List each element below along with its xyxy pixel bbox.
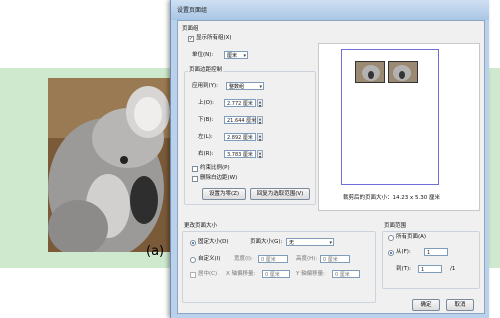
top-margin-label: 上(O): <box>198 100 214 106</box>
total-pages-text: /1 <box>450 266 456 272</box>
from-radio[interactable] <box>388 250 394 256</box>
set-zero-button[interactable]: 设置为零(Z) <box>202 188 246 200</box>
page-group-heading: 页面组 <box>182 26 199 32</box>
page-preview: 裁剪后的页面大小：14.23 x 5.30 厘米 <box>318 43 480 211</box>
cropped-size-text: 裁剪后的页面大小：14.23 x 5.30 厘米 <box>343 195 440 201</box>
koala-image <box>48 78 171 252</box>
custom-size-radio[interactable] <box>190 257 196 263</box>
right-margin-stepper[interactable]: ▲ ▼ <box>257 150 263 159</box>
revert-selection-button[interactable]: 回复为选取范围(V) <box>250 188 310 200</box>
left-margin-stepper[interactable]: ▲ ▼ <box>257 133 263 142</box>
apply-to-value: 整数组 <box>229 84 245 90</box>
cancel-button[interactable]: 取消 <box>446 299 474 311</box>
unit-select-value: 厘米 <box>227 53 238 59</box>
x-offset-field[interactable]: 0 厘米 <box>262 270 290 278</box>
figure-caption: (a) <box>146 244 165 259</box>
page-range-heading: 页面范围 <box>384 223 407 229</box>
preview-image-left <box>355 61 385 83</box>
width-field[interactable]: 0 厘米 <box>258 255 288 263</box>
x-offset-label: X 轴偏移量: <box>226 271 256 277</box>
center-label: 居中(C) <box>198 271 218 277</box>
custom-size-label: 自定义(I) <box>198 256 221 262</box>
remove-white-label: 删除白边距(W) <box>200 175 238 181</box>
all-pages-radio[interactable] <box>388 235 394 241</box>
fixed-size-radio[interactable] <box>190 240 196 246</box>
y-offset-field[interactable]: 0 厘米 <box>332 270 360 278</box>
chevron-down-icon: ▾ <box>329 240 332 246</box>
constrain-checkbox[interactable] <box>192 166 198 172</box>
bottom-margin-stepper[interactable]: ▲ ▼ <box>257 116 263 125</box>
bottom-margin-label: 下(B): <box>198 117 214 123</box>
show-all-groups-checkbox[interactable]: ✓ <box>188 36 194 42</box>
koala-photo <box>48 78 171 252</box>
ok-button[interactable]: 确定 <box>412 299 440 311</box>
right-margin-label: 右(R): <box>198 151 214 157</box>
remove-white-checkbox[interactable] <box>192 176 198 182</box>
apply-to-select[interactable]: 整数组 ▾ <box>226 82 264 90</box>
height-field[interactable]: 0 厘米 <box>320 255 350 263</box>
constrain-label: 约束比例(P) <box>200 165 230 171</box>
center-checkbox[interactable] <box>190 272 196 278</box>
right-margin-field[interactable]: 3.783 厘米 <box>224 150 256 158</box>
page-setup-dialog: 设置页面组 页面组 ✓ 显示所有组(X) 单位(N): 厘米 ▾ 页面边距控制 … <box>170 0 489 318</box>
chevron-down-icon: ▾ <box>259 84 262 90</box>
height-label: 高度(H): <box>296 256 318 262</box>
margins-heading: 页面边距控制 <box>188 67 224 74</box>
unit-select[interactable]: 厘米 ▾ <box>224 51 248 59</box>
top-margin-field[interactable]: 2.772 厘米 <box>224 99 256 107</box>
width-label: 宽度(I): <box>234 256 253 262</box>
bottom-margin-field[interactable]: 21.644 厘米 <box>224 116 256 124</box>
chevron-down-icon: ▾ <box>243 53 246 59</box>
dialog-titlebar[interactable]: 设置页面组 <box>171 0 489 20</box>
apply-to-label: 应用到(Y): <box>192 83 219 89</box>
show-all-groups-label: 显示所有组(X) <box>196 35 232 41</box>
to-label: 到(T): <box>396 266 412 272</box>
fixed-size-label: 固定大小(D) <box>198 239 229 245</box>
from-field[interactable]: 1 <box>424 248 448 256</box>
page-size-select[interactable]: 无 ▾ <box>286 238 334 246</box>
dialog-body: 页面组 ✓ 显示所有组(X) 单位(N): 厘米 ▾ 页面边距控制 应用到(Y)… <box>177 20 485 314</box>
dialog-title: 设置页面组 <box>177 7 208 14</box>
to-field[interactable]: 1 <box>418 265 442 273</box>
page-size-value: 无 <box>289 240 295 246</box>
left-margin-label: 左(L): <box>198 134 213 140</box>
from-label: 从(F): <box>396 249 411 255</box>
page-size-heading: 更改页面大小 <box>184 223 218 229</box>
all-pages-label: 所有页面(A) <box>396 234 427 240</box>
unit-label: 单位(N): <box>192 52 214 58</box>
preview-image-right <box>388 61 418 83</box>
page-size-label: 页面大小(G): <box>250 239 283 245</box>
top-margin-stepper[interactable]: ▲ ▼ <box>257 99 263 108</box>
preview-page <box>341 49 439 185</box>
y-offset-label: Y 轴偏移量: <box>296 271 325 277</box>
left-margin-field[interactable]: 2.892 厘米 <box>224 133 256 141</box>
